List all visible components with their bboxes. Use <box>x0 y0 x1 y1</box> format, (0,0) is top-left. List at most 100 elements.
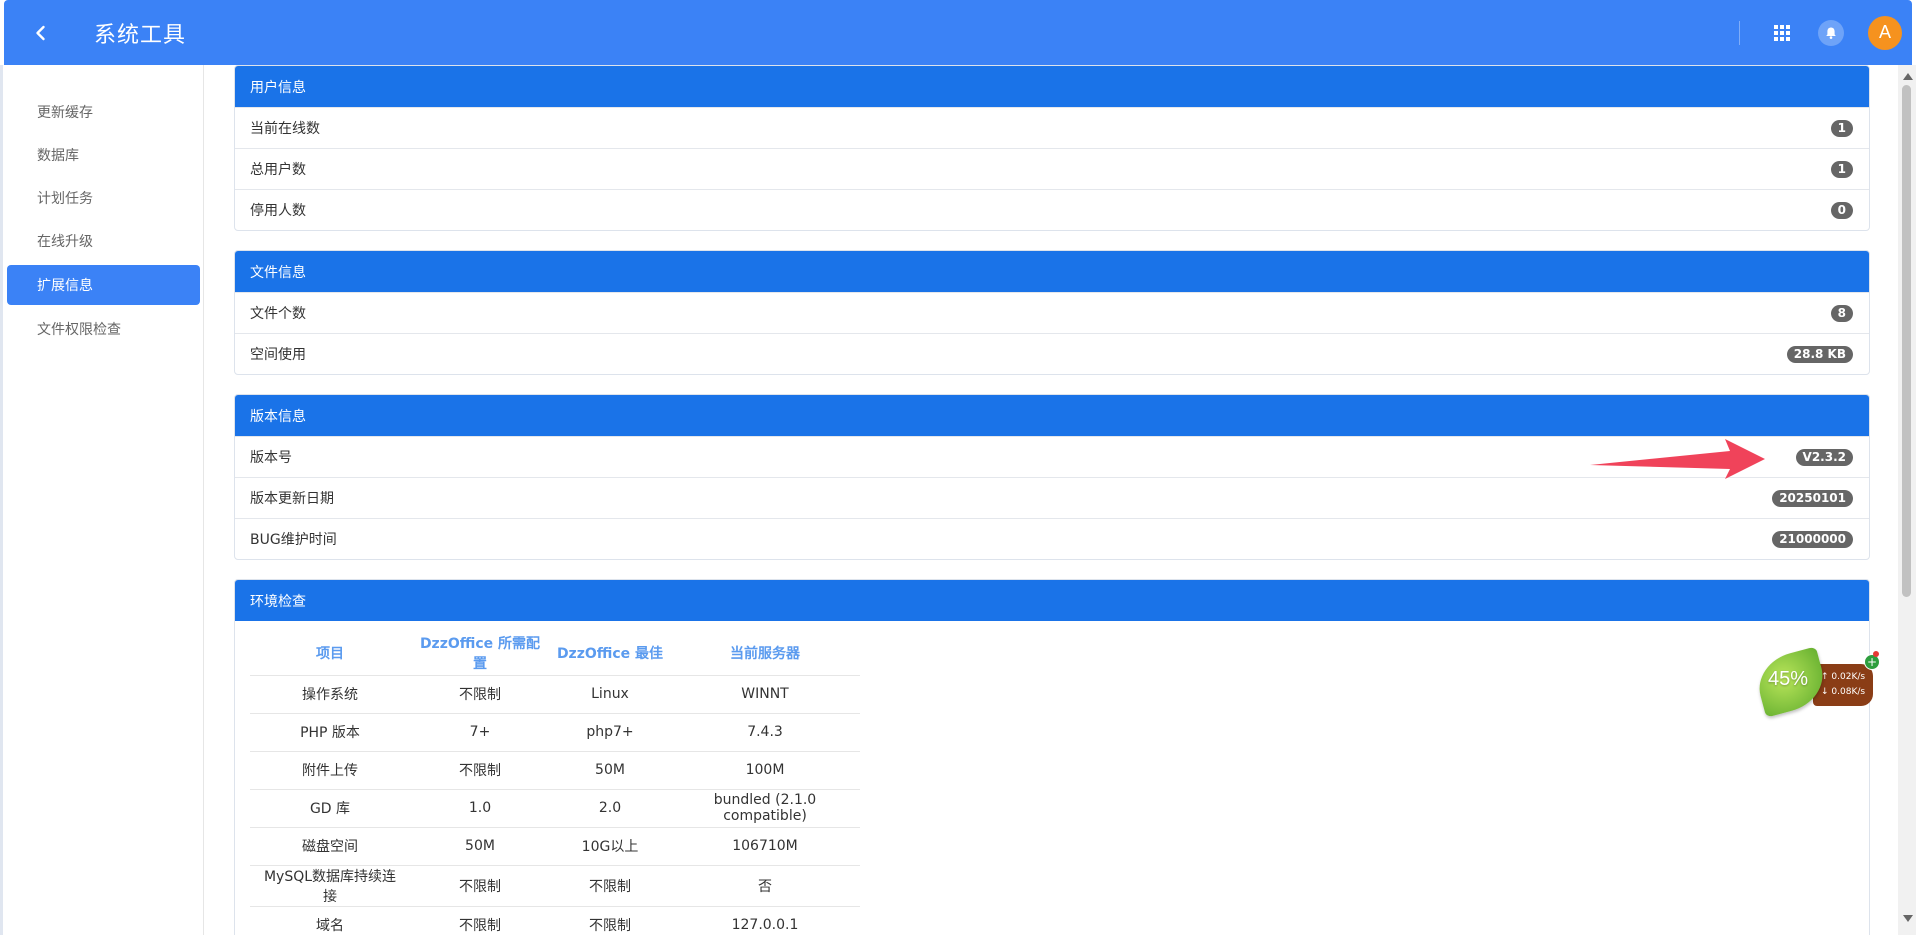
table-cell: 磁盘空间 <box>250 826 410 865</box>
row-label: 总用户数 <box>250 162 306 178</box>
size-badge: 28.8 KB <box>1786 345 1853 363</box>
main-content: 用户信息 当前在线数 1 总用户数 1 停用人数 0 文件信息 文件个数 8 空… <box>204 65 1900 935</box>
grid-icon <box>1774 24 1790 41</box>
date-badge: 20250101 <box>1772 489 1853 507</box>
chevron-left-icon <box>36 25 45 40</box>
divider <box>1739 20 1740 45</box>
panel-title: 用户信息 <box>235 66 1869 107</box>
notification-button[interactable] <box>1818 19 1844 46</box>
avatar[interactable]: A <box>1868 15 1902 50</box>
table-row: GD 库 1.0 2.0 bundled (2.1.0 compatible) <box>250 788 860 827</box>
date-badge: 21000000 <box>1772 530 1853 548</box>
table-cell: 100M <box>670 750 860 789</box>
sidebar-item-scheduled-tasks[interactable]: 计划任务 <box>7 179 200 217</box>
list-item: 空间使用 28.8 KB <box>235 333 1869 374</box>
arrow-down-icon: ↓ <box>1821 687 1829 697</box>
row-label: BUG维护时间 <box>250 532 337 548</box>
panel-title: 版本信息 <box>235 395 1869 436</box>
table-cell: 10G以上 <box>550 826 670 865</box>
sidebar-item-update-cache[interactable]: 更新缓存 <box>7 93 200 131</box>
sidebar-item-online-upgrade[interactable]: 在线升级 <box>7 222 200 260</box>
list-item: 文件个数 8 <box>235 292 1869 333</box>
table-cell: 127.0.0.1 <box>670 905 860 935</box>
table-row: 磁盘空间 50M 10G以上 106710M <box>250 826 860 865</box>
table-row: MySQL数据库持续连接 不限制 不限制 否 <box>250 864 860 906</box>
user-info-panel: 用户信息 当前在线数 1 总用户数 1 停用人数 0 <box>234 65 1870 231</box>
table-cell: 操作系统 <box>250 674 410 713</box>
memory-percent: 45% <box>1768 668 1809 690</box>
row-label: 版本更新日期 <box>250 491 334 507</box>
vertical-scrollbar[interactable] <box>1898 65 1916 935</box>
table-row: PHP 版本 7+ php7+ 7.4.3 <box>250 712 860 751</box>
table-cell: 否 <box>670 864 860 906</box>
table-cell: 不限制 <box>410 750 550 789</box>
table-cell: 域名 <box>250 905 410 935</box>
scroll-down-arrow-icon[interactable] <box>1903 915 1913 922</box>
download-speed-value: 0.08K/s <box>1831 687 1866 697</box>
table-row: 域名 不限制 不限制 127.0.0.1 <box>250 905 860 935</box>
table-cell: 50M <box>410 826 550 865</box>
count-badge: 1 <box>1830 119 1853 137</box>
table-cell: MySQL数据库持续连接 <box>250 864 410 906</box>
environment-table: 项目 DzzOffice 所需配置 DzzOffice 最佳 当前服务器 操作系… <box>250 631 860 935</box>
table-cell: GD 库 <box>250 788 410 827</box>
count-badge: 0 <box>1830 201 1853 219</box>
row-label: 版本号 <box>250 450 292 466</box>
apps-button[interactable] <box>1764 15 1800 51</box>
environment-check-panel: 环境检查 项目 DzzOffice 所需配置 DzzOffice 最佳 当前服务… <box>234 579 1870 935</box>
panel-title: 文件信息 <box>235 251 1869 292</box>
upload-speed: ↑ 0.02K/s <box>1821 670 1873 685</box>
table-cell: 附件上传 <box>250 750 410 789</box>
table-row: 操作系统 不限制 Linux WINNT <box>250 674 860 713</box>
table-header-row: 项目 DzzOffice 所需配置 DzzOffice 最佳 当前服务器 <box>250 631 860 675</box>
file-info-panel: 文件信息 文件个数 8 空间使用 28.8 KB <box>234 250 1870 375</box>
red-arrow-annotation <box>1590 439 1765 479</box>
table-cell: 7+ <box>410 712 550 751</box>
scroll-up-arrow-icon[interactable] <box>1903 73 1913 80</box>
table-cell: WINNT <box>670 674 860 713</box>
list-item: 停用人数 0 <box>235 189 1869 230</box>
count-badge: 1 <box>1830 160 1853 178</box>
row-label: 空间使用 <box>250 347 306 363</box>
table-cell: 不限制 <box>410 674 550 713</box>
back-button[interactable] <box>12 0 70 65</box>
table-cell: 2.0 <box>550 788 670 827</box>
table-cell: 不限制 <box>410 864 550 906</box>
list-item: 版本更新日期 20250101 <box>235 477 1869 518</box>
panel-title: 环境检查 <box>235 580 1869 621</box>
list-item: 总用户数 1 <box>235 148 1869 189</box>
scrollbar-thumb[interactable] <box>1902 85 1911 597</box>
table-cell: PHP 版本 <box>250 712 410 751</box>
app-window: 系统工具 A 更新缓存 数据库 计划任务 在线升级 扩展信息 文件权限检查 用户… <box>0 0 1920 937</box>
sidebar-item-extended-info[interactable]: 扩展信息 <box>7 265 200 305</box>
table-cell: 1.0 <box>410 788 550 827</box>
table-cell: bundled (2.1.0 compatible) <box>670 788 860 827</box>
row-label: 文件个数 <box>250 306 306 322</box>
column-header: DzzOffice 所需配置 <box>419 635 541 672</box>
count-badge: 8 <box>1830 304 1853 322</box>
download-speed: ↓ 0.08K/s <box>1821 685 1873 700</box>
table-cell: 50M <box>550 750 670 789</box>
table-cell: 106710M <box>670 826 860 865</box>
table-cell: 7.4.3 <box>670 712 860 751</box>
table-cell: Linux <box>550 674 670 713</box>
page-title: 系统工具 <box>94 22 187 48</box>
table-cell: 不限制 <box>550 905 670 935</box>
network-speed-widget[interactable]: ↑ 0.02K/s ↓ 0.08K/s 45% + <box>1751 646 1880 718</box>
column-header: 项目 <box>316 645 344 662</box>
top-bar: 系统工具 A <box>4 0 1912 65</box>
sidebar-item-database[interactable]: 数据库 <box>7 136 200 174</box>
list-item: 当前在线数 1 <box>235 107 1869 148</box>
row-label: 停用人数 <box>250 203 306 219</box>
sidebar: 更新缓存 数据库 计划任务 在线升级 扩展信息 文件权限检查 <box>0 65 204 935</box>
version-badge: V2.3.2 <box>1795 448 1853 466</box>
topbar-actions: A <box>1739 0 1912 65</box>
sidebar-item-file-permission-check[interactable]: 文件权限检查 <box>7 310 200 348</box>
bell-icon <box>1826 27 1836 39</box>
table-cell: 不限制 <box>410 905 550 935</box>
row-label: 当前在线数 <box>250 121 320 137</box>
column-header: DzzOffice 最佳 <box>556 645 664 662</box>
table-row: 附件上传 不限制 50M 100M <box>250 750 860 789</box>
notification-dot <box>1873 651 1879 657</box>
list-item: BUG维护时间 21000000 <box>235 518 1869 559</box>
